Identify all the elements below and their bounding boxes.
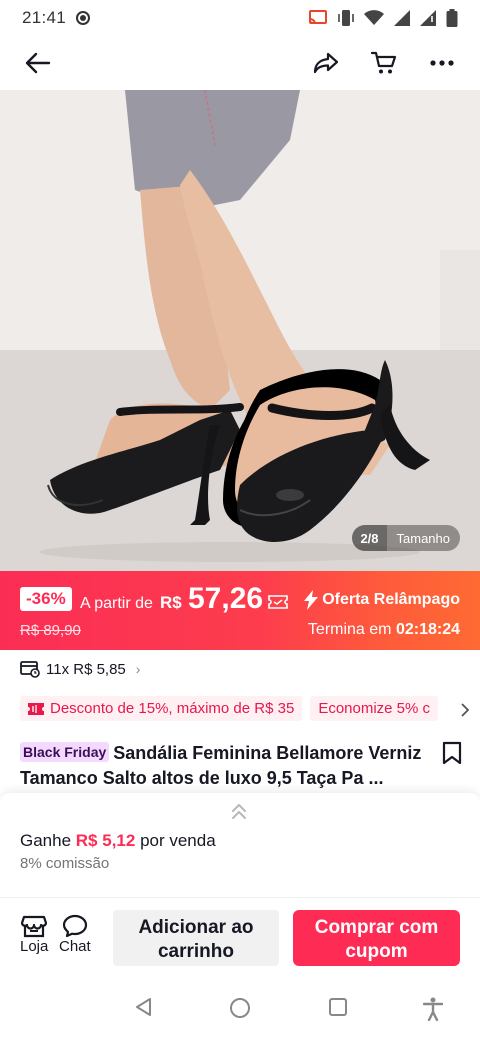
installments-text: 11x R$ 5,85 [46,660,126,678]
coupons-more-button[interactable] [450,696,480,724]
bookmark-button[interactable] [442,741,462,770]
shop-icon [21,915,48,938]
sandal-photo [0,90,480,571]
old-price: R$ 89,90 [20,622,81,639]
shop-button[interactable]: Loja [20,914,48,955]
chevron-right-icon [461,703,469,717]
buy-with-coupon-button[interactable]: Comprar com cupom [293,910,460,966]
battery-icon [446,9,458,27]
arrow-left-icon [25,52,51,74]
coupon-label: Economize 5% c [318,700,431,717]
coupon-label: Desconto de 15%, máximo de R$ 35 [50,700,295,717]
signal-icon-2 [420,10,436,26]
black-friday-badge: Black Friday [20,742,110,762]
installments-chevron: › [135,661,141,677]
price-value: 57,26 [188,582,264,615]
commission-rate: 8% comissão [20,855,110,872]
system-nav-bar [0,977,480,1040]
product-title: Black Friday Sandália Feminina Bellamore … [20,741,435,791]
product-image[interactable]: 2/8 Tamanho [0,90,480,571]
accessibility-icon[interactable] [423,997,443,1021]
earn-prefix: Ganhe [20,831,72,850]
add-to-cart-button[interactable]: Adicionar ao carrinho [113,910,279,966]
earn-amount: R$ 5,12 [75,831,136,850]
countdown-label: Termina em [307,621,392,638]
cart-button[interactable] [366,45,402,81]
flash-sale-text: Oferta Relâmpago [322,591,460,608]
installment-icon [20,661,40,678]
image-counter-value: 2/8 [352,525,387,551]
cart-icon [371,51,397,74]
vibrate-icon [338,10,354,26]
size-tag: Tamanho [396,530,450,546]
image-counter[interactable]: 2/8 Tamanho [352,525,460,551]
countdown-value: 02:18:24 [395,621,460,638]
record-icon [76,11,91,25]
from-label: A partir de [80,595,153,612]
signal-icon [394,10,410,26]
action-bar: Loja Chat Adicionar ao carrinho Comprar … [0,897,480,977]
back-button[interactable] [20,45,56,81]
price-banner: -36% A partir de R$ 57,26 R$ 89,90 Ofert… [0,571,480,650]
cast-icon [309,10,327,25]
commission-panel[interactable]: Ganhe R$ 5,12 por venda 8% comissão [0,793,480,897]
discount-badge: -36% [20,587,72,611]
chat-label: Chat [59,938,91,955]
ticket-icon [28,702,44,715]
installments[interactable]: 11x R$ 5,85 › [20,660,140,678]
status-icons [308,9,458,27]
status-time: 21:41 [22,8,67,27]
top-nav [0,36,480,90]
countdown: Termina em 02:18:24 [308,621,460,639]
more-icon [430,60,454,66]
status-bar: 21:41 [0,0,480,36]
coupon-chip[interactable]: Desconto de 15%, máximo de R$ 35 [20,696,303,721]
home-circle-icon[interactable] [229,997,251,1019]
share-button[interactable] [308,45,344,81]
recents-square-icon[interactable] [328,997,348,1017]
share-icon [313,52,339,74]
coupon-chip[interactable]: Economize 5% c [310,696,439,721]
wifi-icon [364,10,384,25]
price-currency: R$ [160,593,182,612]
shop-label: Loja [20,938,49,955]
coupon-icon [268,595,288,609]
earn-text: Ganhe R$ 5,12 por venda [20,831,216,851]
chat-icon [62,914,87,938]
lightning-icon [304,590,319,610]
chevron-up-icon [232,804,246,819]
chat-button[interactable]: Chat [59,914,91,955]
coupon-row: Desconto de 15%, máximo de R$ 35 Economi… [20,696,480,721]
more-button[interactable] [424,45,460,81]
back-triangle-icon[interactable] [134,997,154,1017]
bookmark-icon [442,741,462,765]
earn-suffix: por venda [140,831,216,850]
flash-sale-label: Oferta Relâmpago [304,590,460,610]
